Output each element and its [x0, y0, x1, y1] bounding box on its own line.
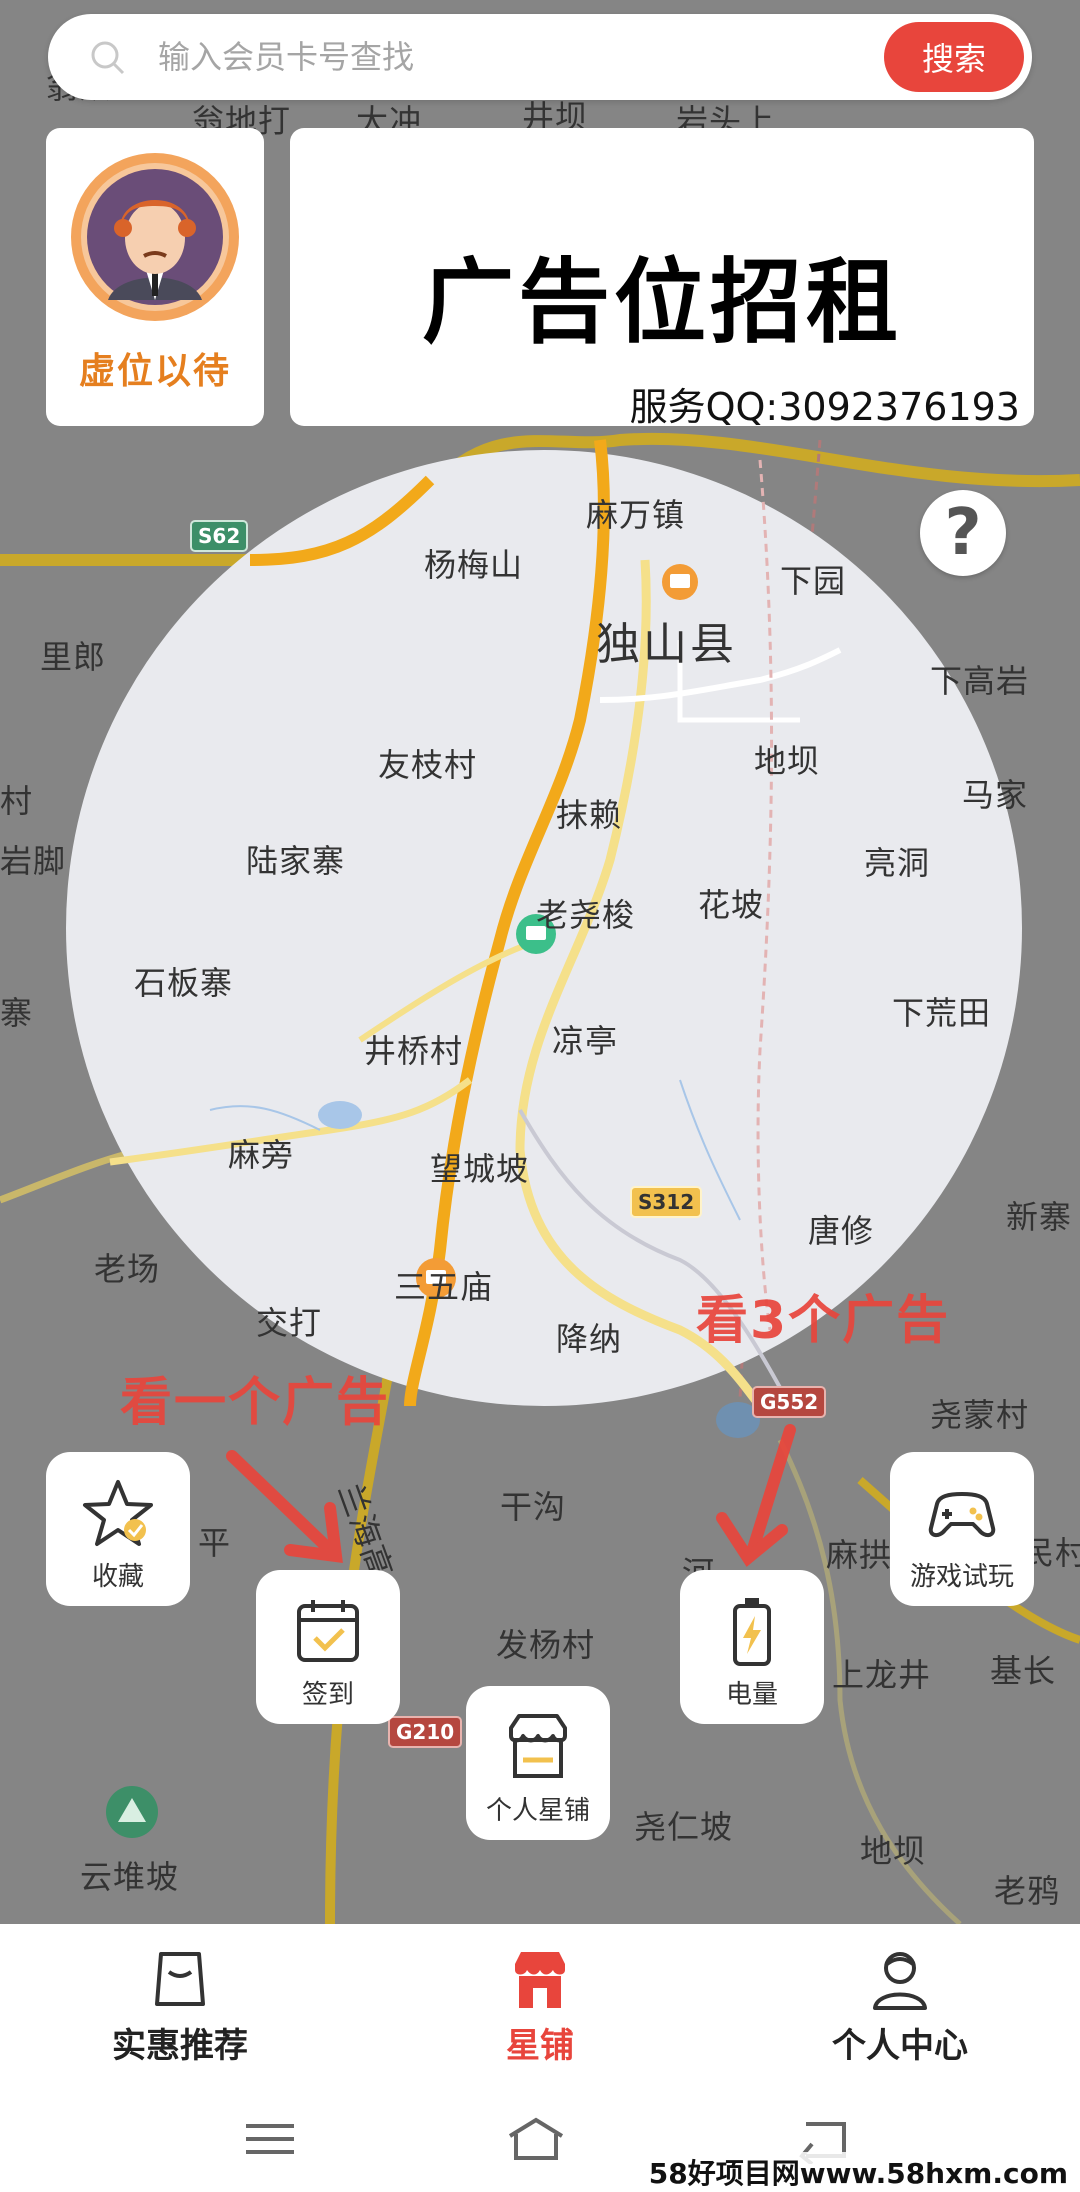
favorite-label: 收藏 [91, 1562, 144, 1592]
calendar-icon [297, 1600, 359, 1662]
home-icon[interactable] [506, 2114, 566, 2164]
game-trial-label: 游戏试玩 [909, 1562, 1014, 1592]
menu-icon[interactable] [240, 2114, 300, 2164]
gamepad-icon [928, 1492, 996, 1537]
star-icon [83, 1480, 153, 1546]
checkin-button[interactable]: 签到 [256, 1570, 400, 1724]
favorite-button[interactable]: 收藏 [46, 1452, 190, 1606]
nav-star-shop[interactable]: 星铺 [390, 1946, 690, 2067]
game-trial-button[interactable]: 游戏试玩 [890, 1452, 1034, 1606]
personal-shop-label: 个人星铺 [485, 1796, 590, 1826]
nav-label: 星铺 [506, 2026, 574, 2066]
watermark: 58好项目网www.58hxm.com [644, 2152, 1072, 2192]
battery-icon [733, 1598, 771, 1666]
store-icon [515, 1952, 565, 2008]
shop-icon [509, 1714, 567, 1778]
nav-label: 个人中心 [832, 2026, 968, 2066]
bottom-nav: 实惠推荐 星铺 个人中心 [0, 1924, 1080, 2082]
user-icon [873, 1952, 927, 2010]
personal-shop-button[interactable]: 个人星铺 [466, 1686, 610, 1840]
nav-label: 实惠推荐 [112, 2026, 248, 2066]
checkin-label: 签到 [301, 1680, 354, 1710]
bag-icon [155, 1952, 205, 2006]
nav-profile[interactable]: 个人中心 [750, 1946, 1050, 2067]
power-button[interactable]: 电量 [680, 1570, 824, 1724]
annotation-arrows [226, 1424, 796, 1567]
system-nav-bar: 58好项目网www.58hxm.com [0, 2082, 1080, 2192]
power-label: 电量 [725, 1680, 778, 1710]
nav-deals[interactable]: 实惠推荐 [30, 1946, 330, 2067]
